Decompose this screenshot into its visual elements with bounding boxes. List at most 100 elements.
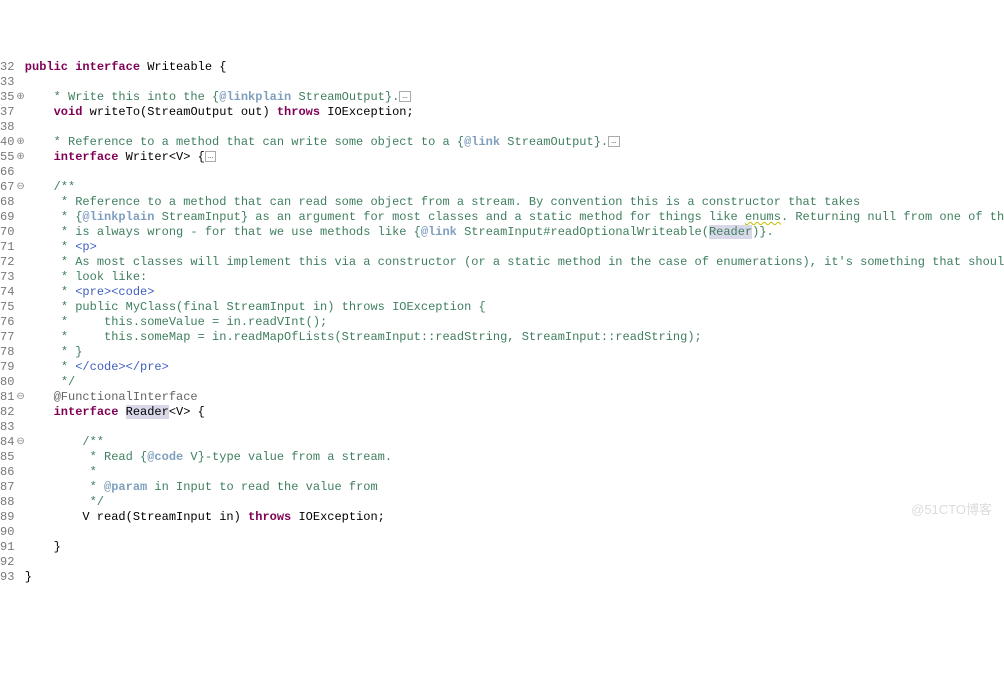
code-token: IOException; xyxy=(327,105,413,119)
fold-empty xyxy=(16,405,24,420)
line-number: 75 xyxy=(0,300,14,315)
line-number: 93 xyxy=(0,570,14,585)
code-line[interactable]: * this.someValue = in.readVInt(); xyxy=(25,315,1004,330)
code-token xyxy=(25,345,61,359)
code-line[interactable]: * xyxy=(25,465,1004,480)
line-number: 68 xyxy=(0,195,14,210)
code-token: * xyxy=(61,285,75,299)
code-token: * xyxy=(61,240,75,254)
code-token: * is always wrong - for that we use meth… xyxy=(61,225,421,239)
line-number: 78 xyxy=(0,345,14,360)
code-token xyxy=(25,135,54,149)
code-token: interface xyxy=(75,60,147,74)
code-line[interactable]: interface Reader<V> { xyxy=(25,405,1004,420)
fold-empty xyxy=(16,525,24,540)
code-token: * this.someMap = in.readMapOfLists(Strea… xyxy=(61,330,702,344)
code-token: throws xyxy=(248,510,298,524)
code-line[interactable]: */ xyxy=(25,375,1004,390)
fold-empty xyxy=(16,450,24,465)
code-line[interactable]: } xyxy=(25,570,1004,585)
code-line[interactable]: @FunctionalInterface xyxy=(25,390,1004,405)
code-line[interactable]: * is always wrong - for that we use meth… xyxy=(25,225,1004,240)
code-token: * xyxy=(90,465,97,479)
fold-empty xyxy=(16,330,24,345)
code-line[interactable]: * public MyClass(final StreamInput in) t… xyxy=(25,300,1004,315)
code-token: StreamOutput}. xyxy=(291,90,399,104)
code-line[interactable]: interface Writer<V> {… xyxy=(25,150,1004,165)
code-line[interactable]: * As most classes will implement this vi… xyxy=(25,255,1004,270)
code-line[interactable]: * } xyxy=(25,345,1004,360)
fold-empty xyxy=(16,195,24,210)
code-token: * this.someValue = in.readVInt(); xyxy=(61,315,327,329)
fold-empty xyxy=(16,315,24,330)
line-number: 32 xyxy=(0,60,14,75)
line-number: 91 xyxy=(0,540,14,555)
fold-empty xyxy=(16,75,24,90)
code-token: <pre><code> xyxy=(75,285,154,299)
code-token: /** xyxy=(82,435,104,449)
code-token: * Reference to a method that can write s… xyxy=(54,135,464,149)
code-line[interactable] xyxy=(25,555,1004,570)
code-line[interactable] xyxy=(25,75,1004,90)
code-line[interactable]: * <p> xyxy=(25,240,1004,255)
code-line[interactable]: * Reference to a method that can write s… xyxy=(25,135,1004,150)
fold-empty xyxy=(16,165,24,180)
code-token: * } xyxy=(61,345,83,359)
code-token: writeTo(StreamOutput out) xyxy=(90,105,277,119)
code-line[interactable]: * Read {@code V}-type value from a strea… xyxy=(25,450,1004,465)
code-editor[interactable]: 3233353738405566676869707172737475767778… xyxy=(0,60,1004,585)
code-line[interactable]: /** xyxy=(25,180,1004,195)
code-line[interactable]: } xyxy=(25,540,1004,555)
code-line[interactable]: * <pre><code> xyxy=(25,285,1004,300)
code-line[interactable]: * this.someMap = in.readMapOfLists(Strea… xyxy=(25,330,1004,345)
line-number-gutter: 3233353738405566676869707172737475767778… xyxy=(0,60,16,585)
fold-toggle-icon[interactable]: ⊖ xyxy=(16,180,24,195)
code-line[interactable]: void writeTo(StreamOutput out) throws IO… xyxy=(25,105,1004,120)
line-number: 33 xyxy=(0,75,14,90)
code-token xyxy=(25,285,61,299)
code-token: … xyxy=(399,91,410,102)
fold-toggle-icon[interactable]: ⊕ xyxy=(16,90,24,105)
line-number: 88 xyxy=(0,495,14,510)
code-line[interactable]: * Reference to a method that can read so… xyxy=(25,195,1004,210)
code-line[interactable]: public interface Writeable { xyxy=(25,60,1004,75)
code-line[interactable] xyxy=(25,525,1004,540)
fold-column[interactable]: ⊕⊕⊕⊖⊖⊖ xyxy=(16,60,24,585)
code-line[interactable]: * @param in Input to read the value from xyxy=(25,480,1004,495)
code-line[interactable]: * look like: xyxy=(25,270,1004,285)
line-number: 77 xyxy=(0,330,14,345)
code-token xyxy=(25,315,61,329)
code-line[interactable]: /** xyxy=(25,435,1004,450)
code-token xyxy=(25,225,61,239)
fold-empty xyxy=(16,255,24,270)
fold-empty xyxy=(16,60,24,75)
code-token xyxy=(25,360,61,374)
code-line[interactable]: * {@linkplain StreamInput} as an argumen… xyxy=(25,210,1004,225)
code-line[interactable] xyxy=(25,165,1004,180)
code-token: @link xyxy=(464,135,500,149)
line-number: 70 xyxy=(0,225,14,240)
code-token: void xyxy=(54,105,90,119)
fold-empty xyxy=(16,105,24,120)
line-number: 37 xyxy=(0,105,14,120)
code-line[interactable] xyxy=(25,420,1004,435)
fold-toggle-icon[interactable]: ⊕ xyxy=(16,135,24,150)
code-token: @linkplain xyxy=(82,210,154,224)
line-number: 89 xyxy=(0,510,14,525)
code-token xyxy=(25,195,61,209)
code-line[interactable] xyxy=(25,120,1004,135)
code-token xyxy=(25,105,54,119)
code-content[interactable]: public interface Writeable { * Write thi… xyxy=(25,60,1004,585)
code-line[interactable]: V read(StreamInput in) throws IOExceptio… xyxy=(25,510,1004,525)
code-token: … xyxy=(205,151,216,162)
line-number: 90 xyxy=(0,525,14,540)
code-line[interactable]: */ xyxy=(25,495,1004,510)
fold-toggle-icon[interactable]: ⊖ xyxy=(16,390,24,405)
fold-toggle-icon[interactable]: ⊖ xyxy=(16,435,24,450)
line-number: 35 xyxy=(0,90,14,105)
code-token xyxy=(25,270,61,284)
code-line[interactable]: * </code></pre> xyxy=(25,360,1004,375)
fold-toggle-icon[interactable]: ⊕ xyxy=(16,150,24,165)
code-line[interactable]: * Write this into the {@linkplain Stream… xyxy=(25,90,1004,105)
code-token: * Reference to a method that can read so… xyxy=(61,195,860,209)
